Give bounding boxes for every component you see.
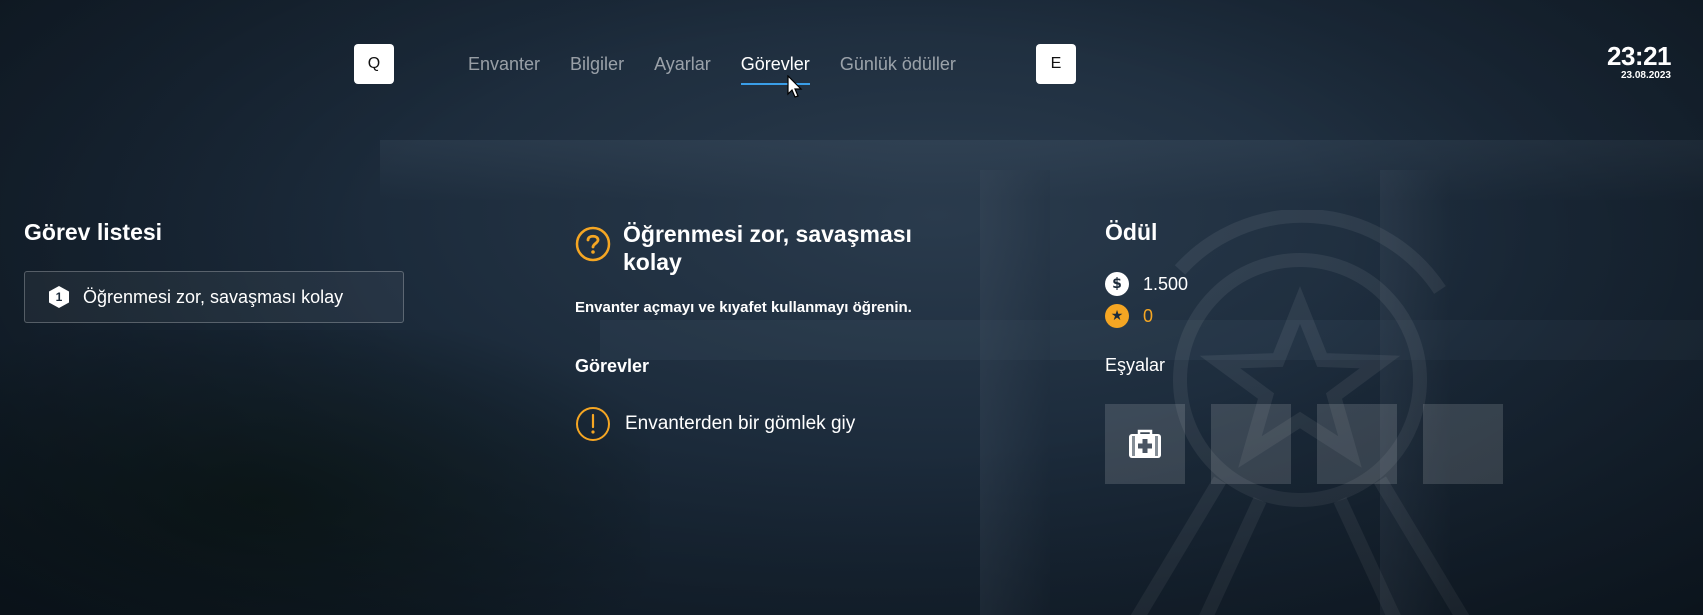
clock-time: 23:21: [1607, 41, 1672, 71]
tab-bilgiler[interactable]: Bilgiler: [570, 52, 624, 85]
next-tab-key-button[interactable]: E: [1036, 44, 1076, 84]
task-list-item-label: Öğrenmesi zor, savaşması kolay: [83, 286, 344, 307]
task-list: 1 Öğrenmesi zor, savaşması kolay: [24, 271, 404, 323]
reward-money-value: 1.500: [1143, 273, 1189, 294]
item-slots: [1105, 404, 1503, 484]
task-number-badge: 1: [49, 286, 69, 308]
task-list-title: Görev listesi: [24, 219, 163, 245]
items-label: Eşyalar: [1105, 355, 1166, 375]
medkit-icon: [1129, 429, 1161, 458]
question-circle-icon: [575, 226, 611, 262]
item-slot[interactable]: [1211, 404, 1291, 484]
dollar-icon: $: [1105, 272, 1129, 296]
mouse-cursor-icon: [787, 75, 803, 98]
top-nav: Envanter Bilgiler Ayarlar Görevler Günlü…: [468, 52, 986, 85]
clock-date: 23.08.2023: [1620, 70, 1671, 81]
background-pillar: [980, 170, 1050, 615]
item-slot[interactable]: [1105, 404, 1185, 484]
reward-xp-value: 0: [1143, 305, 1154, 326]
prev-tab-key-button[interactable]: Q: [354, 44, 394, 84]
mission-title: Öğrenmesi zor, savaşması kolay: [623, 221, 912, 275]
objective-item: Envanterden bir gömlek giy: [575, 406, 855, 442]
item-slot[interactable]: [1317, 404, 1397, 484]
reward-title: Ödül: [1105, 219, 1158, 245]
background-ceiling-band: [380, 140, 1703, 200]
objectives-title: Görevler: [575, 356, 650, 376]
background-pillar: [1380, 170, 1450, 615]
tab-ayarlar[interactable]: Ayarlar: [654, 52, 711, 85]
mission-header: Öğrenmesi zor, savaşması kolay: [575, 220, 943, 276]
mission-description: Envanter açmayı ve kıyafet kullanmayı öğ…: [575, 299, 912, 316]
task-list-item[interactable]: 1 Öğrenmesi zor, savaşması kolay: [24, 271, 404, 323]
exclamation-circle-icon: [576, 407, 610, 441]
item-slot[interactable]: [1423, 404, 1503, 484]
tab-gunluk-oduller[interactable]: Günlük ödüller: [840, 52, 956, 85]
background-plants: [0, 330, 650, 615]
clock: 23:21 23.08.2023: [1607, 41, 1672, 82]
reward-xp: ★ 0: [1105, 304, 1153, 328]
objective-label: Envanterden bir gömlek giy: [625, 413, 856, 434]
tab-envanter[interactable]: Envanter: [468, 52, 540, 85]
reward-money: $ 1.500: [1105, 272, 1188, 296]
star-icon: ★: [1105, 304, 1129, 328]
